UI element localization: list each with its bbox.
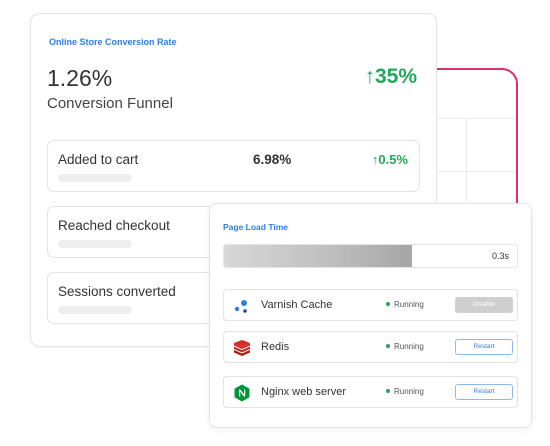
funnel-label: Sessions converted [58,284,176,299]
change-value: 35% [374,65,417,88]
service-name: Redis [261,341,290,353]
status-label: Running [394,342,424,351]
funnel-label: Reached checkout [58,218,170,233]
service-row-nginx: Nginx web server Running Restart [223,376,518,408]
funnel-value: 6.98% [253,152,292,167]
card-title: Online Store Conversion Rate [49,37,177,47]
funnel-row-added-to-cart: Added to cart 6.98% ↑0.5% [47,140,420,192]
conversion-rate-value: 1.26% [47,65,113,91]
varnish-icon [234,300,247,313]
service-status: Running [386,387,424,396]
funnel-change: ↑0.5% [372,152,408,167]
status-dot-icon [386,388,390,393]
service-status: Running [386,342,424,351]
section-subtitle: Conversion Funnel [47,95,173,112]
redis-icon [234,340,250,356]
status-label: Running [394,387,424,396]
page-load-bar-fill [224,245,412,267]
service-row-varnish: Varnish Cache Running Disable [223,289,518,321]
status-dot-icon [386,343,390,348]
nginx-icon [234,384,250,402]
page-load-value: 0.3s [491,251,509,261]
placeholder-bar [58,306,132,314]
service-name: Nginx web server [261,386,346,398]
service-name: Varnish Cache [261,299,333,311]
restart-button[interactable]: Restart [455,384,513,400]
connector-line [436,68,518,218]
up-arrow-icon: ↑ [364,65,375,88]
funnel-change-value: 0.5% [378,152,408,167]
page-load-card: Page Load Time 0.3s Varnish Cache Runnin… [209,203,532,428]
placeholder-bar [58,174,132,182]
placeholder-bar [58,240,132,248]
service-status: Running [386,300,424,309]
status-dot-icon [386,301,390,306]
disable-button[interactable]: Disable [455,297,513,313]
service-row-redis: Redis Running Restart [223,331,518,363]
page-load-bar: 0.3s [223,244,518,268]
funnel-label: Added to cart [58,152,139,167]
conversion-rate-change: ↑35% [364,65,417,89]
restart-button[interactable]: Restart [455,339,513,355]
card-title: Page Load Time [223,222,289,232]
status-label: Running [394,300,424,309]
